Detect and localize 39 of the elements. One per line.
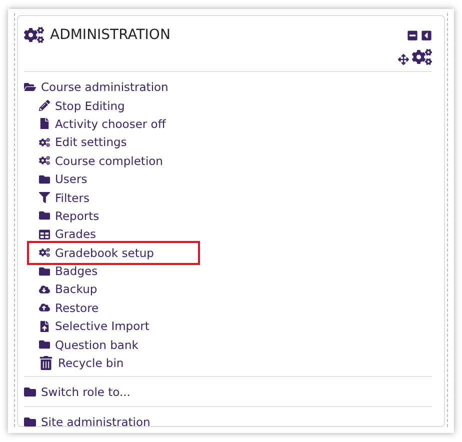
block-title: ADMINISTRATION xyxy=(50,26,170,45)
move-icon[interactable] xyxy=(398,54,409,65)
menu-link[interactable]: Restore xyxy=(55,300,99,315)
cloud-download-icon xyxy=(39,284,50,295)
cloud-upload-icon xyxy=(39,302,50,314)
menu-link[interactable]: Edit settings xyxy=(55,135,127,150)
folder-icon xyxy=(39,210,50,222)
gears-icon xyxy=(39,155,50,166)
menu-link[interactable]: Activity chooser off xyxy=(55,116,166,131)
collapse-icon[interactable] xyxy=(407,30,418,41)
menu-link[interactable]: Users xyxy=(55,172,88,186)
filter-icon xyxy=(39,192,50,204)
menu-link[interactable]: Recycle bin xyxy=(58,356,124,370)
tree-item[interactable]: Switch role to... xyxy=(41,385,130,400)
dock-icon[interactable] xyxy=(421,30,432,41)
tree-item[interactable]: Site administration xyxy=(41,414,150,429)
gears-icon[interactable] xyxy=(412,47,432,67)
menu-link[interactable]: Selective Import xyxy=(55,319,150,334)
menu-link[interactable]: Backup xyxy=(55,282,98,296)
menu-link[interactable]: Reports xyxy=(55,208,100,223)
gears-icon xyxy=(39,136,50,148)
pencil-icon xyxy=(39,100,50,112)
trash-icon xyxy=(39,356,53,370)
menu-link[interactable]: Course completion xyxy=(55,154,163,168)
menu-link[interactable]: Question bank xyxy=(55,338,138,352)
file-icon xyxy=(39,118,50,130)
tree-item[interactable]: Course administration xyxy=(41,80,168,94)
menu-link[interactable]: Gradebook setup xyxy=(29,242,198,263)
gears-icon xyxy=(39,247,50,258)
gears-icon xyxy=(24,25,44,45)
menu-link[interactable]: Badges xyxy=(55,264,98,278)
folder-icon xyxy=(39,339,50,350)
table-icon xyxy=(39,228,50,240)
folder-icon xyxy=(39,266,50,277)
upload-icon xyxy=(39,320,50,332)
menu-link[interactable]: Filters xyxy=(55,190,90,205)
folder-icon xyxy=(39,174,50,185)
menu-link[interactable]: Grades xyxy=(55,227,96,242)
menu-link[interactable]: Stop Editing xyxy=(55,98,125,113)
